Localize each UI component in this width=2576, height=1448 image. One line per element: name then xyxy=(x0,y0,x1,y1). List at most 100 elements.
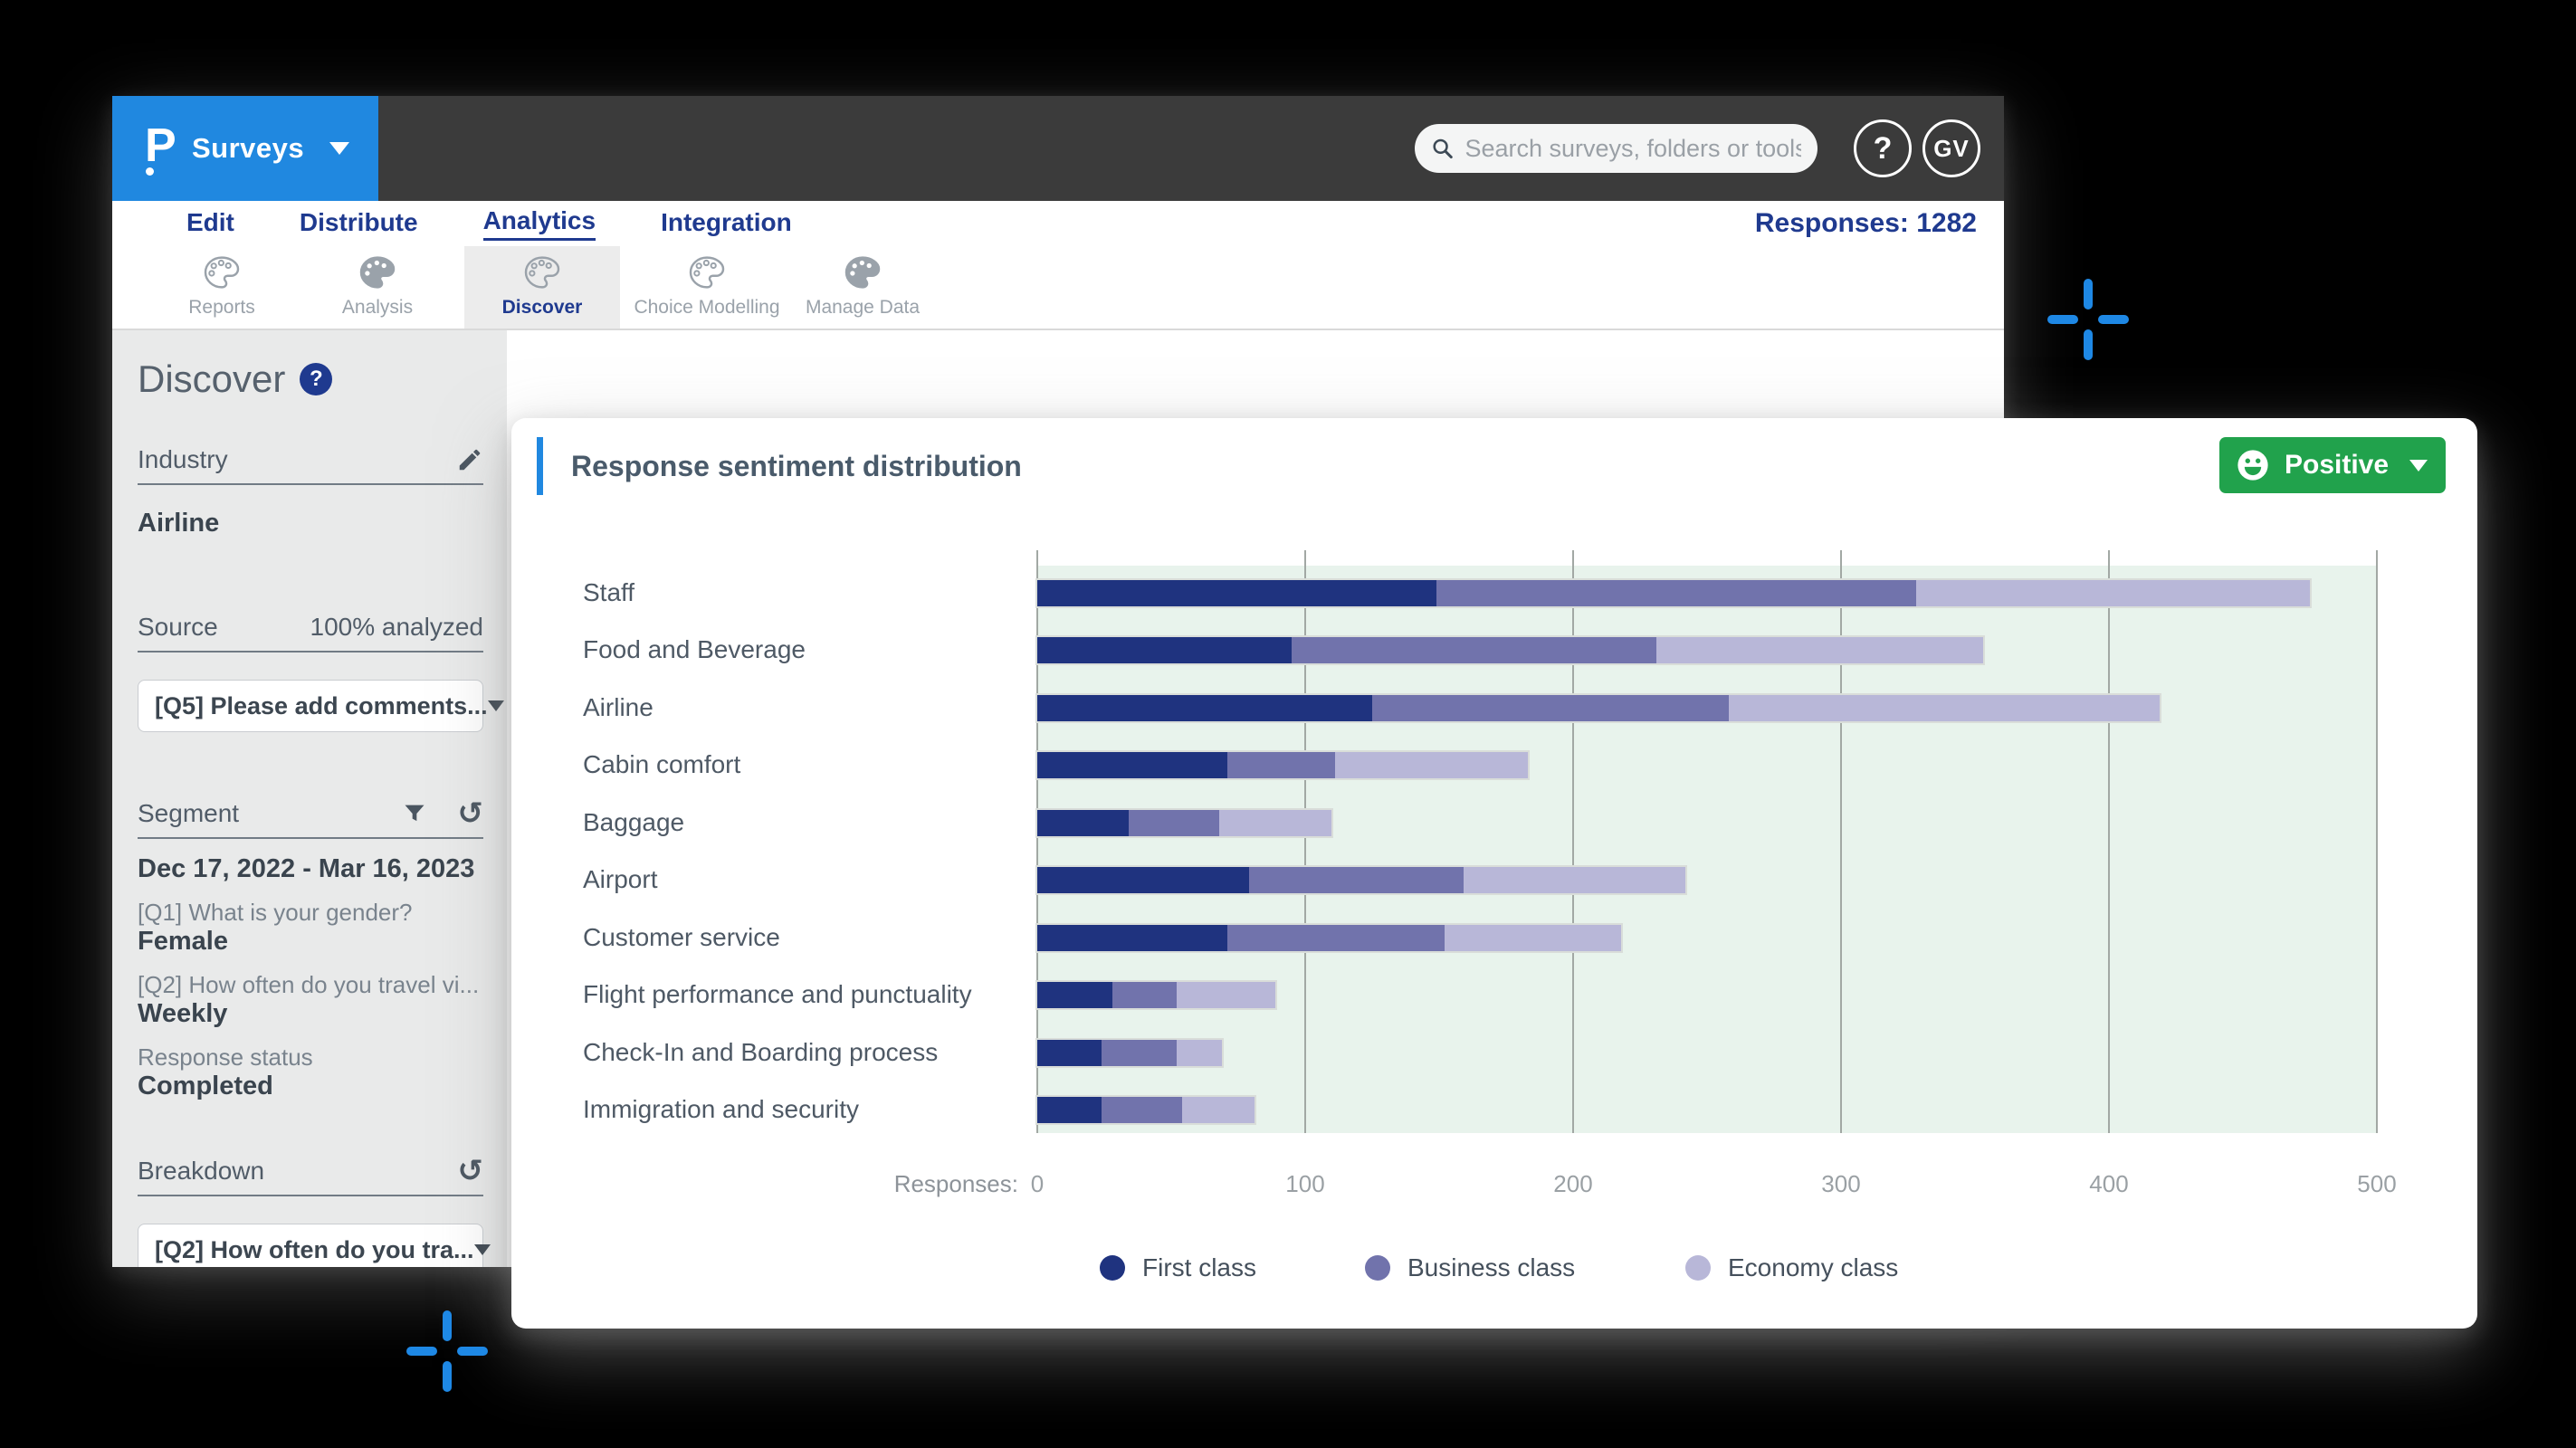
global-search[interactable] xyxy=(1415,124,1818,173)
bar-segment-economy-class[interactable] xyxy=(1335,752,1528,778)
bar-segment-economy-class[interactable] xyxy=(1464,867,1686,893)
responses-count: Responses: 1282 xyxy=(1755,208,1977,239)
source-question-dropdown[interactable]: [Q5] Please add comments... xyxy=(138,680,483,732)
reset-icon[interactable]: ↺ xyxy=(458,1157,484,1185)
toolbar-tab-discover[interactable]: Discover xyxy=(464,246,620,329)
divider xyxy=(138,837,483,839)
x-tick-label: 400 xyxy=(2073,1170,2145,1198)
search-input[interactable] xyxy=(1465,135,1801,163)
product-name: Surveys xyxy=(192,132,304,165)
segment-label: Segment xyxy=(138,799,239,828)
discover-sidebar: Discover ? Industry Airline Source 100% … xyxy=(112,330,507,1267)
card-accent-bar xyxy=(537,437,543,495)
filter-funnel-icon[interactable] xyxy=(402,801,427,826)
industry-value: Airline xyxy=(138,509,483,538)
segment-filter-item: Dec 17, 2022 - Mar 16, 2023 xyxy=(138,854,483,883)
bar-segment-economy-class[interactable] xyxy=(1729,695,2161,721)
legend-swatch xyxy=(1685,1255,1711,1281)
smiley-positive-icon xyxy=(2236,448,2270,482)
bar-segment-first-class[interactable] xyxy=(1037,637,1292,663)
bar-segment-first-class[interactable] xyxy=(1037,1097,1102,1123)
help-badge-icon[interactable]: ? xyxy=(300,363,332,395)
nav-tab-analytics[interactable]: Analytics xyxy=(483,206,596,241)
help-button[interactable]: ? xyxy=(1854,119,1912,177)
segment-filter-list: Dec 17, 2022 - Mar 16, 2023[Q1] What is … xyxy=(138,854,483,1100)
avatar[interactable]: GV xyxy=(1922,119,1980,177)
legend-item-first-class[interactable]: First class xyxy=(1100,1253,1256,1282)
breakdown-question-dropdown[interactable]: [Q2] How often do you tra... xyxy=(138,1224,483,1267)
breakdown-label: Breakdown xyxy=(138,1157,264,1186)
bar-segment-business-class[interactable] xyxy=(1249,867,1464,893)
brand-logo-icon: P xyxy=(145,119,185,177)
toolbar-tab-reports[interactable]: Reports xyxy=(144,246,300,329)
analytics-toolbar: Reports Analysis Discover Choice Modelli… xyxy=(112,246,2004,330)
x-axis-caption: Responses: xyxy=(855,1170,1018,1198)
bar-flight-performance-and-punctuality[interactable] xyxy=(1037,982,1275,1008)
bar-segment-business-class[interactable] xyxy=(1227,925,1445,951)
divider xyxy=(138,483,483,485)
toolbar-tab-manage-data[interactable]: Manage Data xyxy=(785,246,940,329)
bar-segment-economy-class[interactable] xyxy=(1177,982,1276,1008)
industry-label: Industry xyxy=(138,445,228,474)
bar-segment-business-class[interactable] xyxy=(1102,1097,1182,1123)
bar-segment-first-class[interactable] xyxy=(1037,925,1227,951)
bar-segment-business-class[interactable] xyxy=(1436,580,1916,606)
toolbar-tab-choice-modelling[interactable]: Choice Modelling xyxy=(629,246,785,329)
bar-segment-business-class[interactable] xyxy=(1227,752,1334,778)
bar-immigration-and-security[interactable] xyxy=(1037,1097,1255,1123)
top-bar: P Surveys ? GV xyxy=(112,96,2004,201)
nav-tab-edit[interactable]: Edit xyxy=(186,208,234,240)
bar-segment-business-class[interactable] xyxy=(1129,810,1220,836)
edit-pencil-icon[interactable] xyxy=(456,446,483,473)
search-icon xyxy=(1431,136,1454,161)
bar-cabin-comfort[interactable] xyxy=(1037,752,1528,778)
palette-icon xyxy=(204,256,240,293)
bar-airline[interactable] xyxy=(1037,695,2160,721)
category-label: Staff xyxy=(583,579,634,606)
nav-tab-distribute[interactable]: Distribute xyxy=(300,208,418,240)
palette-icon xyxy=(524,256,560,293)
bar-segment-business-class[interactable] xyxy=(1372,695,1729,721)
sentiment-filter-label: Positive xyxy=(2285,450,2389,481)
gridline-x-400 xyxy=(2108,550,2110,1133)
bar-segment-business-class[interactable] xyxy=(1102,1040,1177,1066)
bar-staff[interactable] xyxy=(1037,580,2310,606)
bar-segment-economy-class[interactable] xyxy=(1177,1040,1222,1066)
bar-segment-first-class[interactable] xyxy=(1037,1040,1102,1066)
bar-segment-economy-class[interactable] xyxy=(1445,925,1621,951)
x-tick-label: 300 xyxy=(1805,1170,1877,1198)
reset-icon[interactable]: ↺ xyxy=(458,800,484,827)
bar-segment-business-class[interactable] xyxy=(1292,637,1656,663)
palette-icon xyxy=(359,256,396,293)
category-label: Cabin comfort xyxy=(583,751,740,778)
category-label: Airline xyxy=(583,694,654,721)
bar-segment-economy-class[interactable] xyxy=(1656,637,1983,663)
category-label: Food and Beverage xyxy=(583,636,806,663)
sentiment-distribution-card: Response sentiment distribution Positive… xyxy=(511,418,2477,1329)
source-status: 100% analyzed xyxy=(310,613,483,642)
bar-segment-first-class[interactable] xyxy=(1037,867,1249,893)
bar-segment-economy-class[interactable] xyxy=(1219,810,1331,836)
legend-item-economy-class[interactable]: Economy class xyxy=(1685,1253,1898,1282)
palette-icon xyxy=(689,256,725,293)
bar-airport[interactable] xyxy=(1037,867,1685,893)
toolbar-tab-analysis[interactable]: Analysis xyxy=(300,246,455,329)
bar-baggage[interactable] xyxy=(1037,810,1331,836)
bar-segment-business-class[interactable] xyxy=(1112,982,1177,1008)
crosshair-decoration xyxy=(2047,279,2129,360)
sentiment-filter-button[interactable]: Positive xyxy=(2219,437,2446,493)
bar-segment-first-class[interactable] xyxy=(1037,752,1227,778)
x-tick-label: 0 xyxy=(1001,1170,1073,1198)
bar-segment-first-class[interactable] xyxy=(1037,982,1112,1008)
legend-item-business-class[interactable]: Business class xyxy=(1365,1253,1575,1282)
bar-check-in-and-boarding-process[interactable] xyxy=(1037,1040,1222,1066)
surveys-product-switcher[interactable]: P Surveys xyxy=(112,96,378,201)
nav-tab-integration[interactable]: Integration xyxy=(661,208,792,240)
bar-segment-first-class[interactable] xyxy=(1037,695,1372,721)
bar-segment-first-class[interactable] xyxy=(1037,580,1436,606)
bar-segment-economy-class[interactable] xyxy=(1182,1097,1255,1123)
bar-food-and-beverage[interactable] xyxy=(1037,637,1983,663)
bar-segment-first-class[interactable] xyxy=(1037,810,1129,836)
bar-segment-economy-class[interactable] xyxy=(1916,580,2310,606)
bar-customer-service[interactable] xyxy=(1037,925,1621,951)
